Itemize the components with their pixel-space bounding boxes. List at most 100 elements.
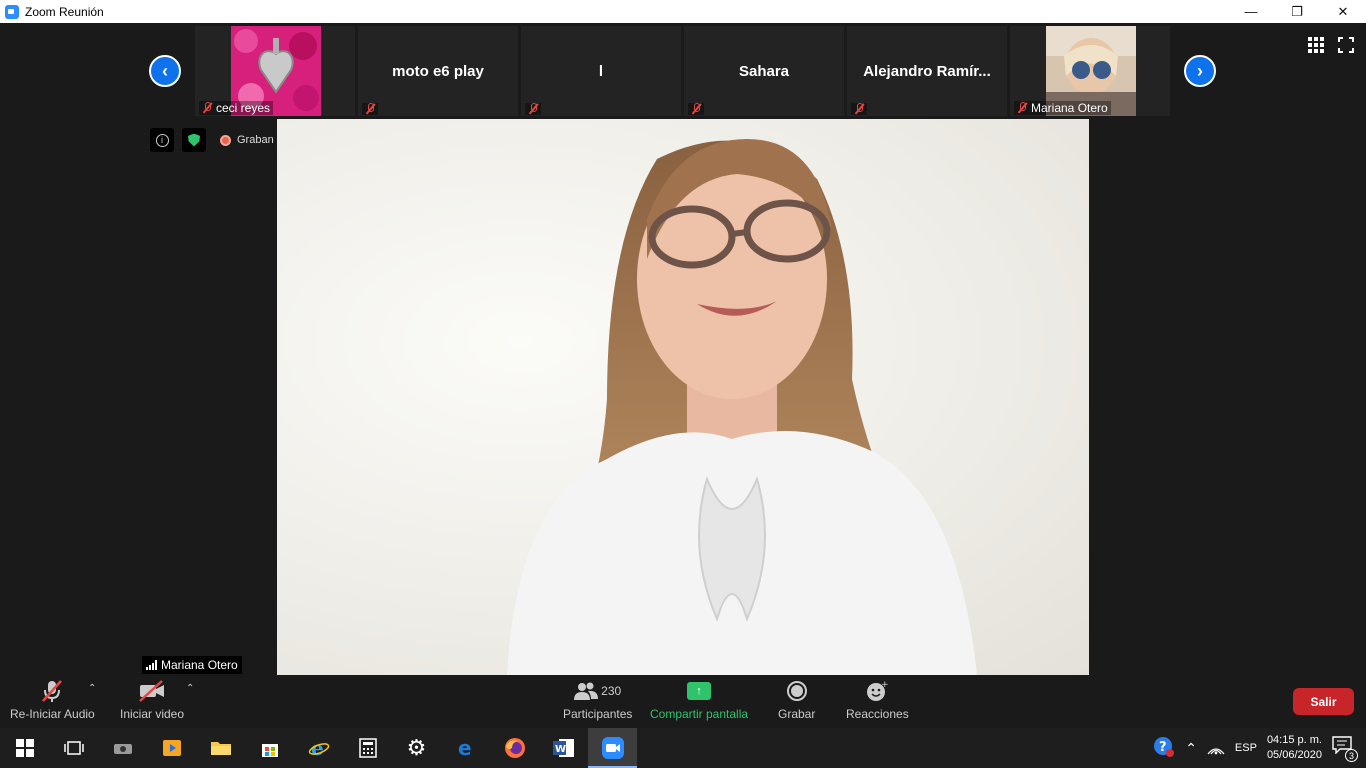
system-tray: ? ⌃ ESP 04:15 p. m. 05/06/2020 3 (1153, 728, 1366, 768)
taskbar-app-settings[interactable]: ⚙ (392, 728, 441, 768)
taskbar-app-edge[interactable]: e (441, 728, 490, 768)
participants-label: Participantes (563, 707, 633, 721)
muted-microphone-icon (40, 679, 64, 703)
store-icon (261, 744, 278, 757)
taskbar-app-camera[interactable] (98, 728, 147, 768)
leave-meeting-button[interactable]: Salir (1293, 688, 1354, 715)
participant-name: Alejandro Ramír... (863, 62, 991, 80)
svg-text:W: W (555, 744, 566, 755)
audio-options-caret-icon[interactable]: ⌃ (88, 683, 96, 694)
meeting-area: ‹ ceci reyes moto e6 play l Sahara Aleja… (0, 23, 1366, 728)
speaker-name: Mariana Otero (161, 658, 238, 672)
next-page-button[interactable]: › (1184, 55, 1216, 87)
show-hidden-icons-chevron-icon[interactable]: ⌃ (1185, 740, 1197, 757)
minimize-button[interactable]: — (1228, 0, 1274, 23)
clock-time: 04:15 p. m. (1266, 734, 1322, 746)
taskbar-app-zoom[interactable] (588, 728, 637, 768)
help-button[interactable]: ? (1153, 736, 1175, 761)
recording-indicator: Graban (220, 134, 274, 146)
recording-dot-icon (220, 134, 231, 146)
notification-count: 3 (1345, 749, 1358, 762)
participant-footer (525, 103, 541, 115)
previous-page-button[interactable]: ‹ (149, 55, 181, 87)
clock-date: 05/06/2020 (1266, 749, 1322, 761)
gear-icon: ⚙ (406, 735, 427, 760)
task-view-icon (63, 741, 84, 755)
muted-mic-icon (202, 102, 212, 114)
participant-name: l (598, 62, 604, 80)
meeting-info-button[interactable]: i (150, 128, 174, 152)
participant-thumbnail[interactable]: Alejandro Ramír... (847, 26, 1007, 116)
windows-logo-icon (15, 739, 34, 757)
participant-footer (851, 103, 867, 115)
participant-thumbnail[interactable]: ceci reyes (195, 26, 355, 116)
windows-taskbar: e ⚙ e W ? ⌃ ESP 04:15 p. m. 05/06/2020 3 (0, 728, 1366, 768)
record-label: Grabar (778, 707, 816, 721)
folder-icon (210, 742, 231, 755)
taskbar-app-firefox[interactable] (490, 728, 539, 768)
audio-button[interactable]: Re-Iniciar Audio (10, 679, 95, 721)
svg-text:e: e (458, 737, 472, 759)
media-player-icon (162, 740, 181, 756)
signal-strength-icon (146, 660, 157, 670)
participant-footer: ceci reyes (199, 101, 274, 115)
title-bar: Zoom Reunión — ❐ ✕ (0, 0, 1366, 23)
record-button[interactable]: Grabar (778, 679, 815, 721)
internet-explorer-icon: e (308, 737, 329, 759)
participant-thumbnail[interactable]: l (521, 26, 681, 116)
meeting-status: i Graban (150, 128, 274, 152)
participant-thumbnail[interactable]: Sahara (684, 26, 844, 116)
gallery-view-icon[interactable] (1308, 37, 1324, 53)
taskbar-app-store[interactable] (245, 728, 294, 768)
speaker-name-tag: Mariana Otero (142, 656, 242, 674)
participant-name: moto e6 play (392, 62, 484, 80)
participant-footer: Mariana Otero (1014, 101, 1111, 115)
taskbar-app-word[interactable]: W (539, 728, 588, 768)
reactions-button[interactable]: + Reacciones (846, 679, 909, 721)
info-icon: i (155, 133, 169, 147)
participant-name: ceci reyes (216, 101, 271, 115)
start-button[interactable] (0, 728, 49, 768)
zoom-logo-icon (5, 4, 19, 19)
encryption-button[interactable] (182, 128, 206, 152)
participant-footer (362, 103, 378, 115)
zoom-app-icon (601, 737, 624, 759)
svg-text:+: + (881, 680, 888, 690)
participant-thumbnail[interactable]: moto e6 play (358, 26, 518, 116)
video-label: Iniciar video (120, 707, 185, 721)
clock[interactable]: 04:15 p. m. 05/06/2020 (1267, 733, 1322, 763)
taskbar-app-media-player[interactable] (147, 728, 196, 768)
word-icon: W (552, 739, 574, 757)
action-center-button[interactable]: 3 (1332, 736, 1358, 762)
close-button[interactable]: ✕ (1320, 0, 1366, 23)
input-language[interactable]: ESP (1235, 742, 1257, 754)
participant-thumbnail[interactable]: Mariana Otero (1010, 26, 1170, 116)
muted-mic-icon (691, 103, 701, 115)
network-icon[interactable] (1207, 741, 1225, 755)
meeting-toolbar: Re-Iniciar Audio ⌃ Iniciar video ⌃ 230 P… (0, 675, 1366, 728)
muted-mic-icon (854, 103, 864, 115)
camera-off-icon (138, 679, 166, 703)
shield-icon (188, 133, 200, 147)
audio-label: Re-Iniciar Audio (10, 707, 95, 721)
participant-footer (688, 103, 704, 115)
share-screen-icon: ↑ (687, 682, 712, 700)
participant-strip: ceci reyes moto e6 play l Sahara Alejand… (195, 26, 1170, 116)
reactions-label: Reacciones (846, 707, 909, 721)
edge-icon: e (458, 737, 472, 759)
video-options-caret-icon[interactable]: ⌃ (186, 683, 194, 694)
reactions-icon: + (867, 680, 888, 701)
task-view-button[interactable] (49, 728, 98, 768)
video-button[interactable]: Iniciar video (120, 679, 184, 721)
speaker-video-frame (507, 139, 977, 675)
taskbar-app-calculator[interactable] (343, 728, 392, 768)
participants-button[interactable]: 230 Participantes (563, 679, 632, 721)
taskbar-app-file-explorer[interactable] (196, 728, 245, 768)
restore-button[interactable]: ❐ (1274, 0, 1320, 23)
muted-mic-icon (1017, 102, 1027, 114)
fullscreen-icon[interactable] (1338, 37, 1354, 53)
firefox-icon (504, 738, 525, 758)
participants-icon (574, 682, 599, 700)
taskbar-app-internet-explorer[interactable]: e (294, 728, 343, 768)
share-screen-button[interactable]: ↑ Compartir pantalla (650, 679, 748, 721)
